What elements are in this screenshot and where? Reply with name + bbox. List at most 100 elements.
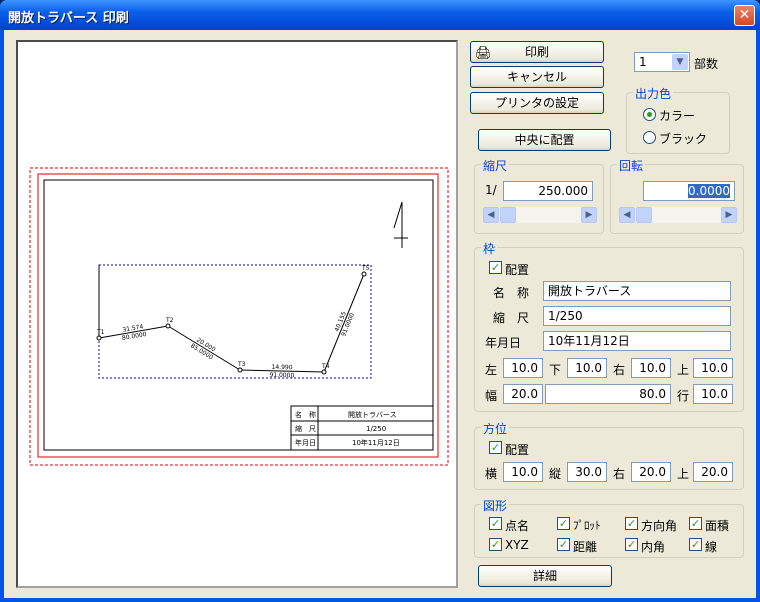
right-input[interactable]: 10.0 <box>631 358 671 378</box>
vertical-input[interactable]: 30.0 <box>567 462 607 482</box>
table-cell: 1/250 <box>366 425 386 433</box>
name-input[interactable]: 開放トラバース <box>543 281 731 301</box>
point-marker <box>96 335 102 341</box>
point-marker <box>361 271 367 277</box>
scroll-left-icon[interactable]: ◀ <box>483 207 499 223</box>
date-input[interactable]: 10年11月12日 <box>543 331 731 351</box>
copies-label: 部数 <box>694 57 719 71</box>
frame-title: 枠 <box>481 240 498 257</box>
top-label: 上 <box>677 363 690 377</box>
horizontal-input[interactable]: 10.0 <box>503 462 543 482</box>
point-name-label: 点名 <box>505 519 530 533</box>
name-label: 名 称 <box>493 286 530 300</box>
scale-input[interactable]: 250.000 <box>503 181 593 201</box>
distance-label: 14.990 <box>272 364 293 372</box>
orientation-right-label: 右 <box>613 467 626 481</box>
row-input[interactable]: 10.0 <box>693 384 733 404</box>
table-cell: 10年11月12日 <box>352 438 400 447</box>
scroll-right-icon[interactable]: ▶ <box>581 207 597 223</box>
orientation-top-input[interactable]: 20.0 <box>693 462 733 482</box>
rotation-input[interactable]: 0.0000 <box>643 181 735 201</box>
black-label: ブラック <box>659 132 708 146</box>
xyz-label: XYZ <box>505 538 529 552</box>
vertical-label: 縦 <box>549 467 562 481</box>
point-name: T2 <box>165 317 174 324</box>
plot-checkbox[interactable]: ✓ <box>557 517 570 530</box>
line-checkbox[interactable]: ✓ <box>689 538 702 551</box>
printer-settings-button[interactable]: プリンタの設定 <box>470 92 604 114</box>
area-checkbox[interactable]: ✓ <box>689 517 702 530</box>
chevron-down-icon[interactable]: ▼ <box>672 54 688 70</box>
distance-label: 距離 <box>573 540 598 554</box>
interior-angle-checkbox[interactable]: ✓ <box>625 538 638 551</box>
table-cell: 縮 尺 <box>295 424 316 433</box>
xyz-checkbox[interactable]: ✓ <box>489 538 502 551</box>
cancel-button[interactable]: キャンセル <box>470 66 604 88</box>
shapes-title: 図形 <box>481 497 510 514</box>
distance-checkbox[interactable]: ✓ <box>557 538 570 551</box>
point-marker <box>237 367 243 373</box>
copies-value: 1 <box>639 55 647 69</box>
print-button[interactable]: 🖨 印刷 <box>470 41 604 63</box>
direction-angle-label: 方向角 <box>641 519 678 533</box>
scroll-thumb[interactable] <box>636 207 652 223</box>
angle-label: 91.0000 <box>269 372 294 380</box>
output-color-title: 出力色 <box>633 85 674 102</box>
point-name-checkbox[interactable]: ✓ <box>489 517 502 530</box>
copies-select[interactable]: 1 ▼ <box>634 52 690 72</box>
column-width-input[interactable]: 80.0 <box>545 384 671 404</box>
table-cell: 年月日 <box>295 438 316 447</box>
point-name: T3 <box>237 361 246 368</box>
width-label: 幅 <box>485 389 498 403</box>
rotation-scrollbar[interactable]: ◀ ▶ <box>619 207 737 223</box>
scroll-left-icon[interactable]: ◀ <box>619 207 635 223</box>
frame-scale-input[interactable]: 1/250 <box>543 306 731 326</box>
top-input[interactable]: 10.0 <box>693 358 733 378</box>
black-radio[interactable] <box>643 131 656 144</box>
frame-scale-label: 縮 尺 <box>493 311 530 325</box>
printer-icon: 🖨 <box>475 46 492 61</box>
close-button[interactable]: ✕ <box>734 5 755 26</box>
scroll-right-icon[interactable]: ▶ <box>721 207 737 223</box>
center-button[interactable]: 中央に配置 <box>478 129 611 151</box>
color-radio[interactable] <box>643 108 656 121</box>
scale-group: 縮尺 1/ 250.000 ◀ ▶ <box>474 157 604 234</box>
orientation-group: 方位 ✓ 配置 横 10.0 縦 30.0 右 20.0 上 20.0 <box>474 420 744 490</box>
right-label: 右 <box>613 363 626 377</box>
scale-prefix: 1/ <box>485 183 497 197</box>
dialog-body: 31.574 80.0000 20.000 85.0000 14.990 91.0000 4… <box>4 30 756 598</box>
output-color-group: 出力色 カラー ブラック <box>626 85 730 154</box>
traverse-segment <box>167 325 241 371</box>
detail-button[interactable]: 詳細 <box>478 565 612 587</box>
rotation-group: 回転 0.0000 ◀ ▶ <box>610 157 744 234</box>
table-cell: 開放トラバース <box>348 410 397 419</box>
scale-scrollbar[interactable]: ◀ ▶ <box>483 207 597 223</box>
date-label: 年月日 <box>485 336 522 350</box>
color-label: カラー <box>659 109 696 123</box>
preview-drawing: 31.57480.000020.00085.000014.99091.00004… <box>29 167 449 466</box>
point-name: T1 <box>96 329 105 336</box>
orientation-title: 方位 <box>481 420 510 437</box>
area-label: 面積 <box>705 519 730 533</box>
title-table: 名 称 開放トラバース 縮 尺 1/250 年月日 10年11月12日 <box>290 405 434 451</box>
bottom-label: 下 <box>549 363 562 377</box>
scroll-thumb[interactable] <box>500 207 516 223</box>
orientation-right-input[interactable]: 20.0 <box>631 462 671 482</box>
table-cell: 名 称 <box>295 410 316 419</box>
width-input[interactable]: 20.0 <box>503 384 543 404</box>
orientation-place-checkbox[interactable]: ✓ <box>489 441 502 454</box>
title-bar: 開放トラバース 印刷 ✕ <box>0 0 760 30</box>
print-preview: 31.574 80.0000 20.000 85.0000 14.990 91.0000 4… <box>16 40 458 588</box>
point-marker <box>321 369 327 375</box>
frame-place-checkbox[interactable]: ✓ <box>489 261 502 274</box>
bottom-input[interactable]: 10.0 <box>567 358 607 378</box>
direction-angle-checkbox[interactable]: ✓ <box>625 517 638 530</box>
interior-angle-label: 内角 <box>641 540 666 554</box>
left-input[interactable]: 10.0 <box>503 358 543 378</box>
north-arrow-icon <box>393 201 408 248</box>
point-name: T5 <box>361 265 370 272</box>
rotation-title: 回転 <box>617 157 646 174</box>
traverse-segment <box>323 273 365 373</box>
shapes-group: 図形 ✓ 点名 ✓ ﾌﾟﾛｯﾄ ✓ 方向角 ✓ 面積 ✓ XYZ ✓ 距離 ✓ … <box>474 497 744 558</box>
horizontal-label: 横 <box>485 467 498 481</box>
